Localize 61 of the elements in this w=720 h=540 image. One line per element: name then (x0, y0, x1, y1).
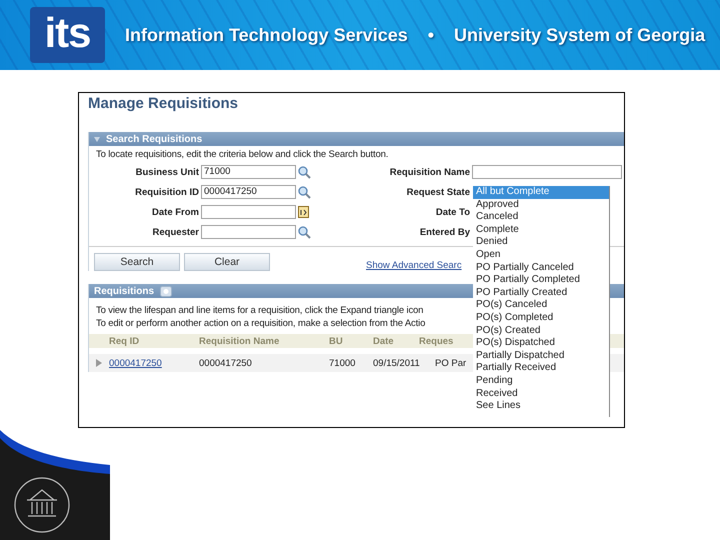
column-header: Reques (419, 336, 454, 346)
field-label: Date From (151, 206, 199, 218)
dropdown-option[interactable]: Partially Dispatched (473, 350, 609, 362)
field-label: Requisition ID (134, 186, 199, 198)
dropdown-option[interactable]: PO Partially Created (473, 286, 609, 300)
field-label: Requester (152, 226, 199, 238)
dropdown-option[interactable]: PO(s) Created (473, 324, 609, 338)
input-field[interactable] (201, 225, 296, 239)
magnifier-icon[interactable] (298, 226, 311, 238)
input-field[interactable]: 0000417250 (201, 185, 296, 199)
calendar-icon[interactable] (298, 206, 309, 218)
column-header: BU (329, 336, 344, 346)
dropdown-option[interactable]: PO Partially Completed (473, 274, 609, 287)
input-field[interactable] (472, 165, 622, 179)
magnifier-icon[interactable] (298, 186, 311, 198)
instructions-text: To edit or perform another action on a requisition, make a selection from the Actio (96, 317, 426, 330)
panel-title: Search Requisitions (106, 134, 202, 144)
req-id-link[interactable]: 0000417250 (109, 358, 199, 368)
column-header: Req ID (108, 336, 140, 346)
dropdown-option[interactable]: Partially Received (473, 362, 609, 375)
dropdown-option[interactable]: Denied (473, 236, 609, 249)
logo: its (30, 7, 105, 63)
table-cell-text: 0000417250 (199, 358, 253, 368)
magnifier-icon[interactable] (298, 166, 311, 178)
column-header: Date (373, 336, 395, 346)
panel-title: Requisitions (94, 286, 154, 296)
banner-title: Information Technology Services (125, 24, 408, 46)
page-title: Manage Requisitions (88, 95, 240, 112)
column-header: Requisition Name (199, 336, 280, 346)
dropdown-option[interactable]: Canceled (473, 211, 609, 224)
instructions-text: To view the lifespan and line items for a requisition, click the Expand triangle icon (96, 304, 424, 317)
help-icon[interactable] (160, 286, 172, 296)
field-label: Entered By (418, 226, 470, 238)
dropdown-option[interactable]: Open (473, 248, 609, 262)
bullet: • (428, 24, 434, 46)
field-label: Date To (434, 206, 470, 218)
collapse-icon[interactable] (94, 136, 100, 142)
form-button[interactable]: Search (94, 253, 180, 271)
banner-subtitle: University System of Georgia (454, 24, 706, 46)
dropdown-option[interactable]: PO(s) Dispatched (473, 337, 609, 350)
table-cell-text: 09/15/2011 (373, 358, 421, 368)
field-label: Requisition Name (388, 166, 470, 178)
input-field[interactable] (201, 205, 296, 219)
form-button[interactable]: Clear (184, 253, 270, 271)
dropdown-option[interactable]: PO(s) Completed (473, 312, 609, 325)
dropdown-option[interactable]: Received (473, 388, 609, 400)
seal-icon (14, 477, 70, 533)
dropdown-option[interactable]: Approved (473, 198, 609, 212)
table-cell-text: 71000 (329, 358, 356, 368)
dropdown-option[interactable]: See Lines (473, 400, 609, 413)
instructions-text: To locate requisitions, edit the criteria below and click the Search button. (96, 148, 388, 161)
table-cell: PO Par (435, 358, 466, 368)
expand-icon[interactable] (95, 359, 103, 367)
dropdown-option[interactable]: Pending (473, 374, 609, 388)
advanced-search-link[interactable]: Show Advanced Searc (366, 260, 462, 270)
field-label: Business Unit (134, 166, 199, 178)
dropdown-option[interactable]: PO Partially Canceled (473, 262, 609, 274)
dropdown-option[interactable]: PO(s) Canceled (473, 299, 609, 312)
field-label: Request State (406, 186, 470, 198)
input-field[interactable]: 71000 (201, 165, 296, 179)
dropdown-option[interactable]: Complete (473, 224, 609, 236)
